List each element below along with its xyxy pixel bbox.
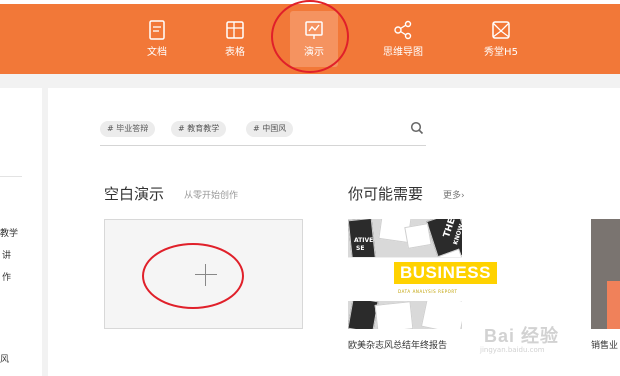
thumb-orange-block <box>607 281 620 329</box>
presentation-icon <box>305 21 323 39</box>
chevron-right-icon: › <box>461 191 465 201</box>
mindmap-icon <box>394 20 412 40</box>
business-headline: BUSINESS <box>394 262 497 284</box>
search-tag[interactable]: # 毕业答辩 <box>100 121 156 137</box>
search-tag[interactable]: # 教育教学 <box>171 121 227 137</box>
new-blank-presentation-card[interactable] <box>104 219 303 329</box>
template-thumbnail[interactable] <box>591 219 620 329</box>
more-link-label: 更多 <box>443 191 462 201</box>
search-icon[interactable] <box>410 121 424 135</box>
suggest-section-title: 你可能需要 <box>348 185 424 203</box>
search-tag[interactable]: # 中国风 <box>246 121 294 137</box>
nav-mindmap-label: 思维导图 <box>383 47 423 58</box>
plus-icon-vertical <box>205 264 206 286</box>
template-caption[interactable]: 销售业 <box>591 338 618 351</box>
nav-presentation[interactable]: 演示 <box>290 11 338 67</box>
thumb-paper <box>374 301 414 329</box>
blank-section-title: 空白演示 <box>104 185 165 203</box>
nav-table[interactable]: 表格 <box>214 4 256 74</box>
template-caption[interactable]: 欧美杂志风总结年终报告 <box>348 338 447 351</box>
more-link[interactable]: 更多› <box>443 188 465 201</box>
sidebar-fragment[interactable]: 风 <box>0 352 9 365</box>
sidebar-fragment[interactable]: 讲 <box>2 248 11 261</box>
sidebar-divider <box>0 176 22 177</box>
sidebar-fragment[interactable]: 作 <box>2 270 11 283</box>
thumb-fragment: SE <box>356 245 365 252</box>
table-icon <box>226 21 244 39</box>
thumb-paper <box>348 296 379 329</box>
sidebar-fragment[interactable]: 教学 <box>0 226 18 239</box>
nav-document[interactable]: 文档 <box>136 4 178 74</box>
h5-icon <box>492 21 510 39</box>
thumb-fragment: ATIVE <box>354 237 374 244</box>
app-toolbar: 文档 表格 演示 思维导图 秀堂H5 <box>0 4 620 74</box>
document-icon <box>149 20 165 40</box>
nav-mindmap[interactable]: 思维导图 <box>376 4 430 74</box>
nav-presentation-label: 演示 <box>304 47 324 58</box>
search-bar[interactable]: # 毕业答辩 # 教育教学 # 中国风 <box>100 118 426 146</box>
plus-icon <box>195 274 217 275</box>
business-subline: DATA ANALYSIS REPORT <box>398 289 458 294</box>
sidebar: 教学 讲 作 风 <box>0 88 42 376</box>
thumb-paper <box>404 223 432 249</box>
blank-section-subtitle: 从零开始创作 <box>184 191 239 201</box>
nav-h5[interactable]: 秀堂H5 <box>476 4 526 74</box>
nav-document-label: 文档 <box>147 47 167 58</box>
nav-table-label: 表格 <box>225 47 245 58</box>
nav-h5-label: 秀堂H5 <box>484 47 518 58</box>
